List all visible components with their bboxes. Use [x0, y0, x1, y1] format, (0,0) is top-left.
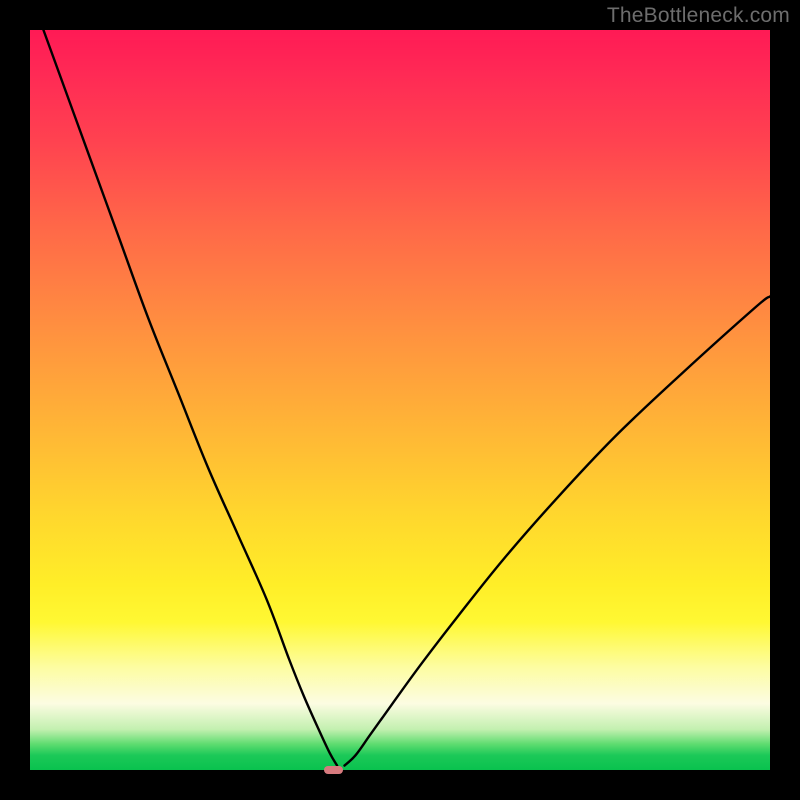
chart-frame: TheBottleneck.com: [0, 0, 800, 800]
bottleneck-curve: [30, 30, 770, 770]
curve-right-branch: [345, 296, 771, 765]
optimum-marker: [324, 766, 343, 775]
curve-left-branch: [30, 0, 337, 766]
watermark-text: TheBottleneck.com: [607, 4, 790, 28]
gradient-plot-area: [30, 30, 770, 770]
